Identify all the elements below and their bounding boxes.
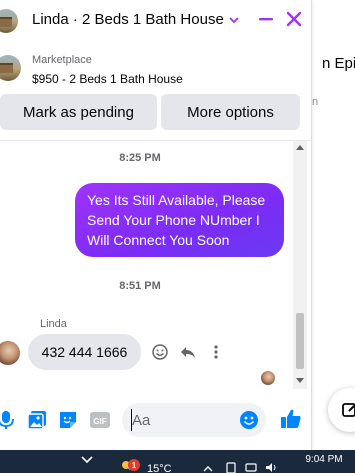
sticker-icon[interactable] (57, 409, 79, 431)
weather-temperature[interactable]: 15°C (147, 463, 172, 473)
taskbar: 1 15°C 9:04 PM (0, 450, 355, 473)
sender-name: Linda (40, 318, 67, 330)
scroll-down-arrow-icon[interactable] (296, 378, 304, 383)
volume-icon[interactable] (265, 462, 277, 473)
scroll-up-arrow-icon[interactable] (296, 145, 304, 150)
svg-text:GIF: GIF (93, 417, 106, 426)
avatar[interactable] (0, 341, 20, 365)
chat-title[interactable]: Linda · 2 Beds 1 Bath House (32, 11, 224, 28)
emoji-icon[interactable] (238, 409, 260, 431)
thumbs-up-icon[interactable] (279, 407, 303, 431)
more-vertical-icon[interactable] (207, 343, 225, 361)
seen-receipt-avatar (261, 371, 275, 385)
background-page-subtitle: n (312, 96, 319, 108)
network-icon[interactable] (245, 462, 257, 473)
scrollbar-thumb[interactable] (296, 313, 304, 369)
listing-thumbnail (0, 9, 18, 33)
background-page-title: n Epic (322, 55, 355, 72)
message-composer: GIF (0, 396, 312, 446)
message-scrollbar[interactable] (293, 141, 307, 389)
listing-title: $950 - 2 Beds 1 Bath House (32, 72, 183, 86)
header-divider (0, 140, 312, 141)
gif-icon[interactable]: GIF (89, 409, 111, 431)
chat-window: Linda · 2 Beds 1 Bath House Marketplace … (0, 0, 312, 450)
react-emoji-icon[interactable] (151, 343, 169, 361)
device-icon[interactable] (225, 462, 237, 473)
message-timestamp: 8:51 PM (119, 280, 161, 292)
listing-source: Marketplace (32, 54, 92, 66)
microphone-icon[interactable] (0, 409, 17, 431)
chevron-down-icon[interactable] (80, 455, 94, 465)
message-timestamp: 8:25 PM (119, 152, 161, 164)
text-cursor (131, 409, 132, 431)
minimize-icon[interactable] (256, 9, 276, 29)
compose-icon (342, 403, 355, 417)
incoming-message[interactable]: 432 444 1666 (28, 334, 141, 370)
chevron-up-icon[interactable] (202, 463, 214, 473)
marketplace-listing-banner[interactable]: Marketplace $950 - 2 Beds 1 Bath House (0, 48, 312, 90)
chevron-down-icon[interactable] (227, 13, 241, 27)
outgoing-message[interactable]: Yes Its Still Available, Please Send You… (75, 183, 284, 257)
notification-badge: 1 (128, 459, 140, 471)
reply-icon[interactable] (179, 343, 197, 361)
system-clock[interactable]: 9:04 PM (293, 454, 355, 465)
more-options-button[interactable]: More options (161, 94, 300, 130)
chat-header[interactable]: Linda · 2 Beds 1 Bath House (0, 0, 312, 42)
mark-as-pending-button[interactable]: Mark as pending (0, 94, 157, 130)
close-icon[interactable] (284, 9, 304, 29)
listing-thumbnail (0, 55, 21, 81)
photo-icon[interactable] (26, 409, 48, 431)
